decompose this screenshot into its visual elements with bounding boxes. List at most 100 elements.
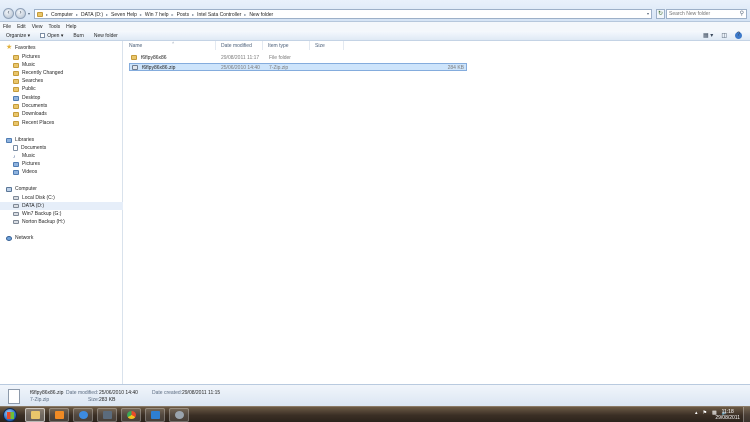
taskbar-internet-explorer[interactable] bbox=[73, 408, 93, 422]
chevron-right-icon[interactable]: ▸ bbox=[172, 12, 174, 17]
nav-label: Favorites bbox=[15, 45, 36, 51]
breadcrumb-new-folder[interactable]: New folder bbox=[249, 12, 273, 18]
nav-item-data-d[interactable]: DATA (D:) bbox=[0, 202, 123, 210]
command-bar: Organize ▾ Open ▾ Burn New folder ▦ ▾ ◫ … bbox=[0, 31, 750, 41]
preview-pane-icon[interactable]: ◫ bbox=[721, 32, 727, 39]
new-folder-button[interactable]: New folder bbox=[94, 33, 118, 39]
nav-item-documents[interactable]: Documents bbox=[13, 102, 47, 110]
nav-item-norton-backup-h[interactable]: Norton Backup (H:) bbox=[13, 218, 65, 226]
breadcrumb-posts[interactable]: Posts bbox=[177, 12, 190, 18]
nav-item-desktop[interactable]: Desktop bbox=[13, 94, 40, 102]
nav-network[interactable]: Network bbox=[6, 234, 33, 242]
chrome-icon bbox=[126, 411, 136, 419]
nav-item-downloads[interactable]: Downloads bbox=[13, 110, 47, 118]
hard-drive-icon bbox=[13, 196, 19, 200]
taskbar-explorer[interactable] bbox=[25, 408, 45, 422]
organize-button[interactable]: Organize ▾ bbox=[6, 33, 30, 39]
file-list: Name ˄ Date modified Item type Size f6flp… bbox=[124, 40, 750, 384]
help-icon[interactable]: ? bbox=[735, 32, 742, 39]
column-date-modified[interactable]: Date modified bbox=[216, 41, 263, 50]
show-hidden-icons-icon[interactable]: ▴ bbox=[695, 410, 698, 416]
column-size[interactable]: Size bbox=[310, 41, 344, 50]
refresh-button[interactable]: ↻ bbox=[656, 9, 665, 19]
computer-icon bbox=[6, 186, 12, 192]
back-button[interactable]: ‹ bbox=[3, 8, 14, 19]
chevron-right-icon[interactable]: ▸ bbox=[140, 12, 142, 17]
chevron-down-icon[interactable]: ▾ bbox=[647, 11, 649, 16]
breadcrumb-win7-help[interactable]: Win 7 help bbox=[145, 12, 169, 18]
column-name[interactable]: Name ˄ bbox=[124, 40, 216, 50]
chevron-right-icon[interactable]: ▸ bbox=[76, 12, 78, 17]
chevron-right-icon[interactable]: ▸ bbox=[192, 12, 194, 17]
clock[interactable]: 11:18 29/08/2011 bbox=[715, 409, 740, 421]
nav-item-pictures[interactable]: Pictures bbox=[13, 53, 40, 61]
nav-libraries[interactable]: Libraries bbox=[6, 136, 34, 144]
video-icon bbox=[13, 169, 19, 175]
menu-file[interactable]: File bbox=[3, 24, 11, 30]
menu-view[interactable]: View bbox=[32, 24, 43, 30]
details-filetype: 7-Zip.zip bbox=[30, 397, 50, 403]
nav-label: Music bbox=[22, 153, 36, 159]
search-box[interactable]: ⚲ bbox=[666, 9, 747, 19]
star-icon: ★ bbox=[6, 44, 13, 51]
breadcrumb-data-drive[interactable]: DATA (D:) bbox=[81, 12, 103, 18]
menu-tools[interactable]: Tools bbox=[48, 24, 60, 30]
nav-item-searches[interactable]: Searches bbox=[13, 77, 43, 85]
search-input[interactable] bbox=[667, 10, 737, 18]
size-value: 283 KB bbox=[99, 397, 116, 403]
nav-item-lib-pictures[interactable]: Pictures bbox=[13, 160, 40, 168]
taskbar-tool[interactable] bbox=[169, 408, 189, 422]
media-center-icon bbox=[150, 411, 160, 419]
chevron-right-icon[interactable]: ▸ bbox=[244, 12, 246, 17]
tool-icon bbox=[174, 411, 184, 419]
start-button[interactable] bbox=[3, 408, 17, 422]
breadcrumb: ▸ Computer ▸ DATA (D:) ▸ Seven Help ▸ Wi… bbox=[46, 11, 276, 18]
recent-pages-dropdown-icon[interactable]: ▾ bbox=[28, 11, 30, 16]
forward-button[interactable]: › bbox=[15, 8, 26, 19]
flag-icon[interactable]: ⚑ bbox=[703, 410, 707, 416]
address-bar[interactable]: ▸ Computer ▸ DATA (D:) ▸ Seven Help ▸ Wi… bbox=[34, 9, 652, 19]
file-row-selected[interactable]: f6flpy86x86.zip 25/06/2010 14:40 7-Zip.z… bbox=[129, 63, 467, 71]
nav-label: Music bbox=[22, 62, 36, 68]
menu-edit[interactable]: Edit bbox=[17, 24, 26, 30]
nav-label: Public bbox=[22, 86, 36, 92]
breadcrumb-seven-help[interactable]: Seven Help bbox=[111, 12, 137, 18]
column-label: Date modified bbox=[221, 42, 252, 49]
folder-icon bbox=[13, 62, 19, 68]
breadcrumb-intel-sata[interactable]: Intel Sata Controller bbox=[197, 12, 241, 18]
date-created-label: Date created: bbox=[152, 390, 183, 396]
chevron-right-icon[interactable]: ▸ bbox=[106, 12, 108, 17]
show-desktop-button[interactable] bbox=[743, 407, 750, 422]
nav-item-recent-places[interactable]: Recent Places bbox=[13, 119, 54, 127]
open-button[interactable]: Open ▾ bbox=[40, 33, 63, 39]
taskbar-chrome[interactable] bbox=[121, 408, 141, 422]
nav-item-local-disk-c[interactable]: Local Disk (C:) bbox=[13, 194, 55, 202]
search-icon[interactable]: ⚲ bbox=[740, 10, 744, 17]
nav-item-lib-music[interactable]: ♪ Music bbox=[13, 152, 35, 160]
breadcrumb-computer[interactable]: Computer bbox=[51, 12, 73, 18]
nav-item-win7-backup-g[interactable]: Win7 Backup (G:) bbox=[13, 210, 61, 218]
change-view-icon[interactable]: ▦ ▾ bbox=[703, 32, 713, 39]
chevron-right-icon[interactable]: ▸ bbox=[46, 12, 48, 17]
nav-item-lib-videos[interactable]: Videos bbox=[13, 168, 37, 176]
open-label: Open bbox=[47, 32, 60, 39]
library-icon bbox=[6, 137, 12, 143]
network-icon bbox=[6, 235, 12, 241]
taskbar-media-player[interactable] bbox=[49, 408, 69, 422]
burn-button[interactable]: Burn bbox=[73, 33, 84, 39]
column-item-type[interactable]: Item type bbox=[263, 41, 310, 50]
nav-favorites[interactable]: ★ Favorites bbox=[6, 44, 36, 52]
taskbar-app[interactable] bbox=[97, 408, 117, 422]
nav-computer[interactable]: Computer bbox=[6, 185, 37, 193]
zip-archive-icon bbox=[132, 65, 138, 70]
nav-item-recently-changed[interactable]: Recently Changed bbox=[13, 69, 63, 77]
menu-help[interactable]: Help bbox=[66, 24, 76, 30]
clock-date: 29/08/2011 bbox=[715, 415, 740, 421]
nav-item-public[interactable]: Public bbox=[13, 85, 36, 93]
taskbar-media-center[interactable] bbox=[145, 408, 165, 422]
nav-item-music[interactable]: Music bbox=[13, 61, 35, 69]
nav-item-lib-documents[interactable]: Documents bbox=[13, 144, 46, 152]
details-pane: f6flpy86x86.zip 7-Zip.zip Date modified:… bbox=[0, 384, 750, 406]
file-row[interactable]: f6flpy86x86 29/08/2011 11:17 File folder bbox=[129, 54, 467, 62]
nav-label: Network bbox=[15, 235, 34, 241]
